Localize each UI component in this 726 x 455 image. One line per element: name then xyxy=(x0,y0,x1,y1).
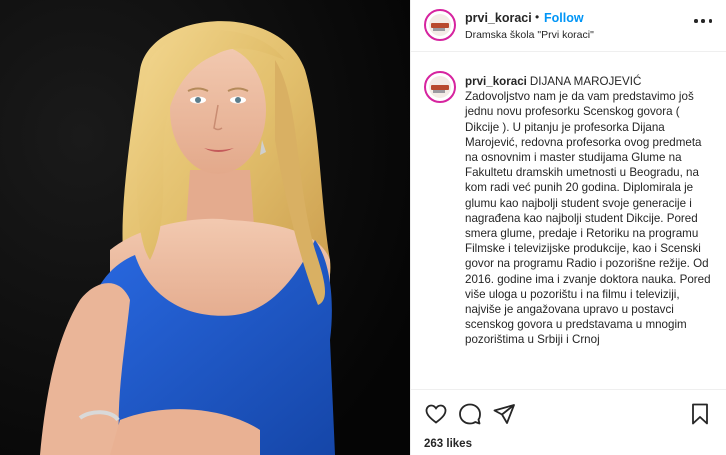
instagram-post: prvi_koraci • Follow Dramska škola "Prvi… xyxy=(0,0,726,455)
post-side-panel: prvi_koraci • Follow Dramska škola "Prvi… xyxy=(410,0,726,455)
bookmark-icon[interactable] xyxy=(688,402,712,426)
paper-plane-icon[interactable] xyxy=(492,402,516,426)
action-bar: 263 likes xyxy=(411,389,726,455)
follow-button[interactable]: Follow xyxy=(544,11,584,25)
heart-icon[interactable] xyxy=(424,402,448,426)
post-header: prvi_koraci • Follow Dramska škola "Prvi… xyxy=(411,0,726,52)
likes-count[interactable]: 263 likes xyxy=(424,438,472,450)
portrait-image xyxy=(0,0,410,455)
avatar-logo xyxy=(429,76,451,98)
account-subtitle[interactable]: Dramska škola "Prvi koraci" xyxy=(465,29,594,41)
account-avatar[interactable] xyxy=(424,9,456,41)
more-options-icon[interactable] xyxy=(694,18,712,24)
caption-title: DIJANA MAROJEVIĆ xyxy=(529,75,642,88)
separator-dot: • xyxy=(535,10,540,24)
caption-avatar[interactable] xyxy=(424,71,456,103)
avatar-logo xyxy=(429,14,451,36)
caption-body: Zadovoljstvo nam je da vam predstavimo j… xyxy=(465,90,711,347)
caption-username[interactable]: prvi_koraci xyxy=(465,75,527,88)
post-photo[interactable] xyxy=(0,0,410,455)
account-username[interactable]: prvi_koraci xyxy=(465,11,532,25)
caption-section: prvi_koraci DIJANA MAROJEVIĆ Zadovoljstvo… xyxy=(411,52,726,388)
caption-text: prvi_koraci DIJANA MAROJEVIĆ Zadovoljstvo… xyxy=(465,74,711,348)
comment-icon[interactable] xyxy=(458,402,482,426)
